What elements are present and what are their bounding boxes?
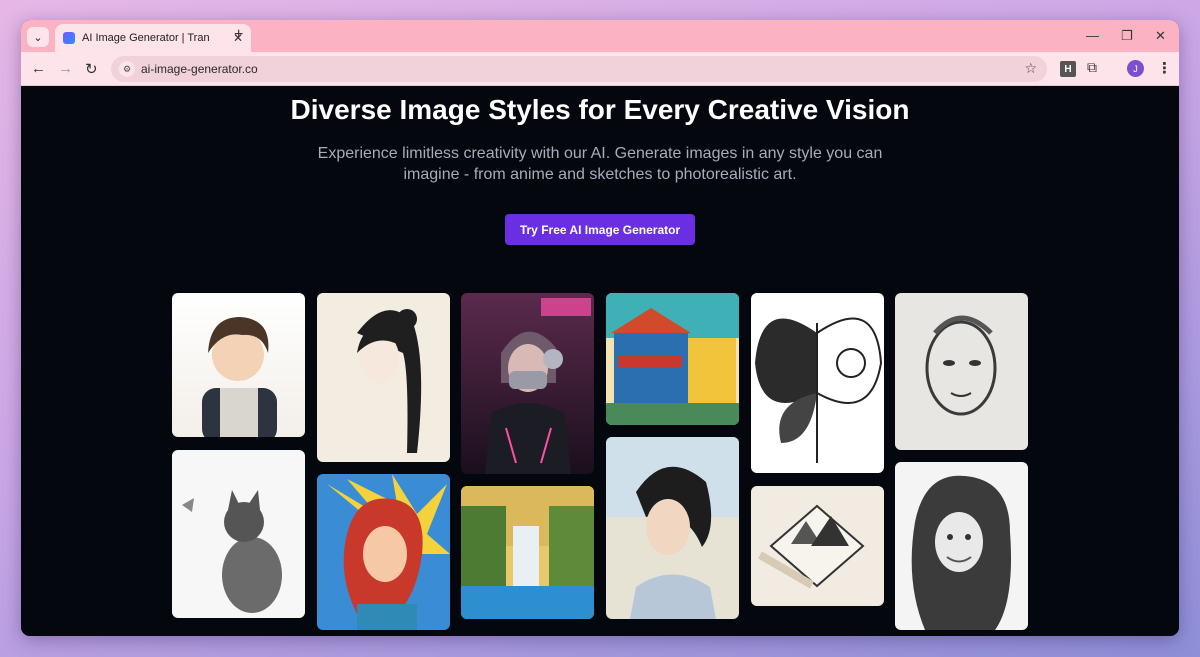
page-content: Diverse Image Styles for Every Creative … [21,86,1179,636]
gallery-image-anime-boy[interactable] [172,293,305,437]
butterfly-sketch-art [755,317,883,463]
back-icon[interactable]: ← [31,60,46,77]
browser-tab[interactable]: AI Image Generator | Transform ✕ [55,24,251,52]
page-title: Diverse Image Styles for Every Creative … [290,94,910,125]
profile-avatar[interactable]: J [1127,60,1144,77]
address-bar[interactable]: ⚙ ai-image-generator.co ☆ [111,56,1047,82]
gallery-image-charcoal-face[interactable] [895,293,1028,450]
charcoal-face-art [925,315,997,416]
minimize-icon[interactable]: — [1086,28,1099,43]
page-subtitle: Experience limitless creativity with our… [300,143,900,185]
subtitle-line-1: Experience limitless creativity with our… [317,145,883,162]
pencil-portrait-art [911,475,1011,630]
favicon-icon [63,32,75,44]
gallery-image-pencil-cat[interactable] [172,450,305,618]
tab-strip: ⌄ AI Image Generator | Transform ✕ + — ❐… [21,20,1179,52]
extensions-icon[interactable]: ⧉ [1087,59,1097,76]
subtitle-line-2: imagine - from anime and sketches to pho… [403,166,797,183]
gallery-image-cyberpunk-girl[interactable] [461,293,594,474]
tab-search-icon[interactable]: ⌄ [27,27,49,47]
menu-icon[interactable]: ⋮ [1157,59,1172,77]
gallery-image-comic-woman[interactable] [317,474,450,630]
site-settings-icon[interactable]: ⚙ [119,61,135,77]
reload-icon[interactable]: ↻ [85,60,98,78]
gallery-image-pen-landscape[interactable] [751,486,884,606]
comic-woman-art [327,474,450,630]
bookmark-star-icon[interactable]: ☆ [1024,60,1037,77]
gallery-image-pop-art-storefront[interactable] [606,293,739,425]
gallery-image-ink-woman[interactable] [317,293,450,462]
ink-woman-art [357,309,422,453]
gallery-image-pencil-portrait[interactable] [895,462,1028,630]
try-free-button[interactable]: Try Free AI Image Generator [505,214,695,245]
browser-toolbar: ← → ↻ ⚙ ai-image-generator.co ☆ H ⧉ J ⋮ [21,52,1179,86]
new-tab-icon[interactable]: + [234,26,243,44]
tab-title: AI Image Generator | Transform [82,32,210,44]
anime-boy-art [202,317,277,437]
pencil-cat-art [182,490,282,613]
restore-icon[interactable]: ❐ [1121,28,1133,44]
extension-h-icon[interactable]: H [1060,61,1076,77]
cyberpunk-girl-art [485,298,591,474]
url-text[interactable]: ai-image-generator.co [141,62,258,76]
watercolor-girl-art [606,437,739,619]
forward-icon[interactable]: → [58,60,73,77]
gallery-image-butterfly-sketch[interactable] [751,293,884,473]
gallery-image-waterfall-painting[interactable] [461,486,594,619]
gallery-image-watercolor-girl[interactable] [606,437,739,619]
browser-window: ⌄ AI Image Generator | Transform ✕ + — ❐… [21,20,1179,636]
pen-landscape-art [758,504,865,589]
pop-art-storefront-art [606,293,739,425]
waterfall-painting-art [461,486,594,619]
close-window-icon[interactable]: ✕ [1155,28,1166,44]
